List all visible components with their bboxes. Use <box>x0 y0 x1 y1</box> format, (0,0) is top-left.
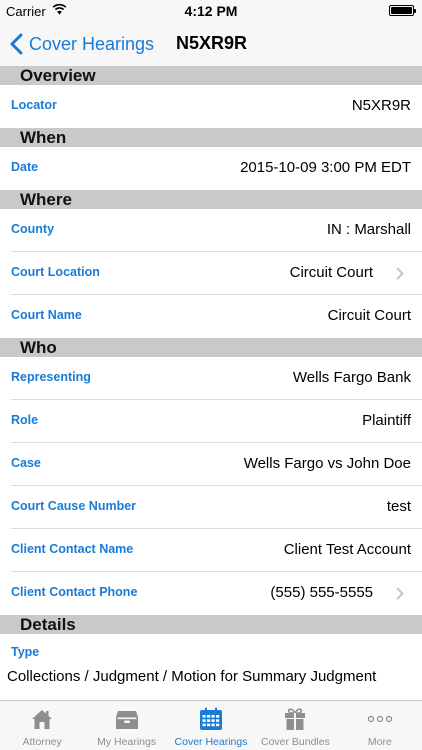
row-court-cause-number: Court Cause Number test <box>0 486 422 529</box>
row-case: Case Wells Fargo vs John Doe <box>0 443 422 486</box>
calendar-icon <box>199 705 223 733</box>
client-contact-phone-label: Client Contact Phone <box>11 585 138 599</box>
type-label: Type <box>11 645 40 659</box>
row-court-name: Court Name Circuit Court <box>0 295 422 338</box>
row-representing: Representing Wells Fargo Bank <box>0 357 422 400</box>
court-location-label: Court Location <box>11 265 100 279</box>
battery-icon <box>389 5 416 16</box>
tab-bar: Attorney My Hearings Cover Hearings Cove… <box>0 700 422 750</box>
section-header-details: Details <box>0 615 422 634</box>
tab-label: Cover Bundles <box>260 736 330 748</box>
case-label: Case <box>11 456 41 470</box>
court-cause-number-value: test <box>386 498 411 515</box>
type-value: Collections / Judgment / Motion for Summ… <box>7 668 377 685</box>
navigation-bar: Cover Hearings N5XR9R <box>0 22 422 66</box>
row-type: Type Collections / Judgment / Motion for… <box>0 634 422 700</box>
row-client-contact-name: Client Contact Name Client Test Account <box>0 529 422 572</box>
date-value: 2015-10-09 3:00 PM EDT <box>240 159 411 176</box>
tab-my-hearings[interactable]: My Hearings <box>84 701 168 750</box>
tab-attorney[interactable]: Attorney <box>0 701 84 750</box>
tab-cover-bundles[interactable]: Cover Bundles <box>253 701 337 750</box>
chevron-right-icon <box>396 587 404 600</box>
detail-table[interactable]: Overview Locator N5XR9R When Date 2015-1… <box>0 66 422 700</box>
tab-label: Cover Hearings <box>174 736 248 748</box>
row-date: Date 2015-10-09 3:00 PM EDT <box>0 147 422 190</box>
client-contact-name-value: Client Test Account <box>283 541 411 558</box>
gift-icon <box>283 705 307 733</box>
representing-label: Representing <box>11 370 91 384</box>
row-locator: Locator N5XR9R <box>0 85 422 128</box>
court-location-value: Circuit Court <box>289 264 373 281</box>
case-value: Wells Fargo vs John Doe <box>243 455 411 472</box>
tab-more[interactable]: More <box>338 701 422 750</box>
tab-label: Attorney <box>22 736 62 748</box>
court-name-label: Court Name <box>11 308 82 322</box>
date-label: Date <box>11 160 39 174</box>
status-bar: Carrier 4:12 PM <box>0 0 422 22</box>
chevron-right-icon <box>396 267 404 280</box>
county-label: County <box>11 222 55 236</box>
role-value: Plaintiff <box>362 412 411 429</box>
tab-cover-hearings[interactable]: Cover Hearings <box>169 701 253 750</box>
court-cause-number-label: Court Cause Number <box>11 499 137 513</box>
representing-value: Wells Fargo Bank <box>292 369 411 386</box>
inbox-icon <box>114 705 140 733</box>
role-label: Role <box>11 413 39 427</box>
row-county: County IN : Marshall <box>0 209 422 252</box>
locator-value: N5XR9R <box>351 97 411 114</box>
client-contact-phone-value: (555) 555-5555 <box>270 584 373 601</box>
client-contact-name-label: Client Contact Name <box>11 542 134 556</box>
tab-label: More <box>367 736 392 748</box>
clock-time: 4:12 PM <box>184 3 238 19</box>
page-title: N5XR9R <box>176 33 248 53</box>
locator-label: Locator <box>11 98 57 112</box>
section-header-who: Who <box>0 338 422 357</box>
house-icon <box>30 705 54 733</box>
back-button[interactable]: Cover Hearings <box>10 32 154 56</box>
section-header-where: Where <box>0 190 422 209</box>
back-button-label: Cover Hearings <box>29 33 155 54</box>
section-header-overview: Overview <box>0 66 422 85</box>
chevron-left-icon <box>10 33 23 55</box>
row-role: Role Plaintiff <box>0 400 422 443</box>
row-client-contact-phone[interactable]: Client Contact Phone (555) 555-5555 <box>0 572 422 615</box>
county-value: IN : Marshall <box>326 221 411 238</box>
row-court-location[interactable]: Court Location Circuit Court <box>0 252 422 295</box>
section-header-when: When <box>0 128 422 147</box>
court-name-value: Circuit Court <box>327 307 411 324</box>
tab-label: My Hearings <box>97 736 157 748</box>
more-icon <box>367 705 393 733</box>
